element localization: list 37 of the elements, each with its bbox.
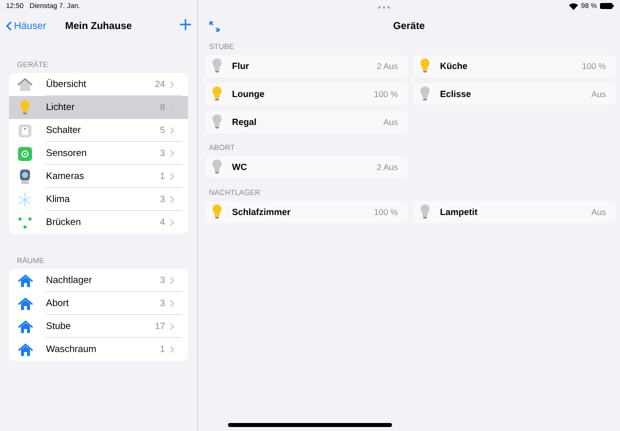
light-tile[interactable]: Flur 2 Aus	[205, 55, 408, 77]
sidebar-item[interactable]: Lichter 8	[9, 96, 188, 119]
sidebar-title: Mein Zuhause	[65, 20, 132, 32]
house-icon	[18, 320, 32, 334]
light-tile[interactable]: Eclisse Aus	[413, 83, 616, 105]
light-tile[interactable]: Küche 100 %	[413, 55, 616, 77]
house-icon	[18, 342, 32, 356]
chevron-right-icon	[170, 150, 174, 156]
house-icon	[17, 78, 33, 92]
chevron-right-icon	[170, 218, 174, 226]
chevron-right-icon	[170, 80, 174, 88]
expand-icon[interactable]	[209, 20, 220, 32]
house-icon	[18, 296, 32, 310]
light-tile[interactable]: Schlafzimmer 100 %	[205, 201, 408, 223]
light-tile[interactable]: WC 2 Aus	[205, 156, 408, 178]
light-tile[interactable]: Regal Aus	[205, 111, 408, 133]
chevron-right-icon	[170, 276, 174, 284]
house-icon	[18, 274, 32, 288]
chevron-right-icon	[170, 322, 174, 330]
chevron-left-icon	[6, 21, 12, 31]
sensor-icon	[18, 146, 32, 160]
light-bulb-icon	[20, 100, 30, 116]
bridge-icon	[18, 216, 32, 228]
light-tile[interactable]: Lampetit Aus	[413, 201, 616, 223]
snowflake-icon	[18, 192, 32, 206]
chevron-right-icon	[170, 300, 174, 306]
light-tile[interactable]: Lounge 100 %	[205, 83, 408, 105]
chevron-right-icon	[170, 196, 174, 202]
page-title: Geräte	[393, 20, 425, 32]
battery-icon	[600, 3, 614, 9]
chevron-right-icon	[170, 172, 174, 180]
camera-icon	[19, 168, 31, 184]
switch-icon	[18, 124, 32, 138]
back-button[interactable]: Häuser	[6, 20, 46, 32]
wifi-icon	[569, 2, 578, 10]
chevron-right-icon	[170, 126, 174, 134]
chevron-right-icon	[170, 346, 174, 352]
